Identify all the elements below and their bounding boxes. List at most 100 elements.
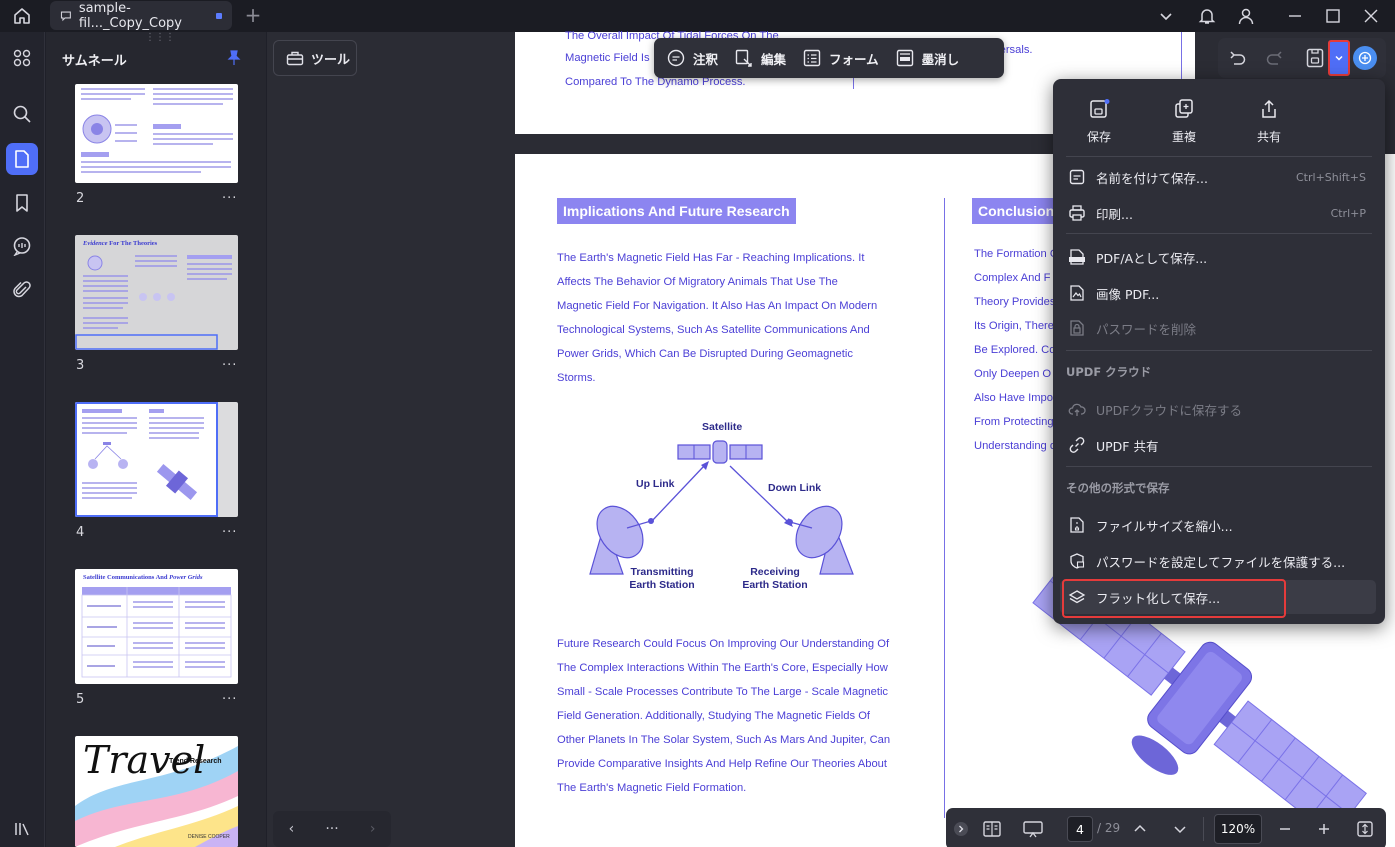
thumbnails-icon[interactable] [6, 143, 38, 175]
sidebar-toggle-icon[interactable] [6, 813, 38, 845]
thumbnail-more-button[interactable]: ··· [222, 191, 237, 206]
page-number-input[interactable]: 4 [1067, 816, 1093, 842]
thumbnail-page-6[interactable]: Travel Trend Research DENISE COOPER [75, 736, 238, 847]
thumbnail-page-2[interactable] [75, 84, 238, 183]
chevron-down-icon[interactable] [1170, 808, 1190, 847]
menu-divider [1066, 466, 1372, 467]
edit-icon [735, 49, 752, 67]
maximize-icon[interactable] [1321, 4, 1345, 28]
save-menu [1053, 79, 1385, 624]
document-tab[interactable]: sample-fil..._Copy_Copy [50, 0, 232, 31]
chevron-right-icon[interactable]: › [370, 821, 376, 837]
body-text: The Earth's Magnetic Field Has Far - Rea… [557, 252, 865, 264]
unsaved-dot [216, 13, 222, 19]
diagram-label: Satellite [702, 421, 743, 433]
body-text: Power Grids, Which Can Be Disrupted Duri… [557, 348, 853, 360]
mode-form[interactable]: フォーム [802, 48, 879, 68]
tab-label: sample-fil..._Copy_Copy [78, 0, 182, 31]
menu-updf-share[interactable]: UPDF 共有 [1068, 432, 1378, 458]
chevron-left-icon[interactable]: ‹ [289, 821, 295, 837]
thumbnail-page-5[interactable]: Satellite Communications And Power Grids [75, 569, 238, 684]
presentation-icon[interactable] [1020, 808, 1046, 847]
section-heading: Implications And Future Research [557, 198, 796, 224]
tools-label: ツール [311, 52, 351, 68]
menu-item-label: PDF/Aとして保存... [1096, 250, 1208, 266]
attachment-icon[interactable] [6, 274, 38, 306]
drag-handle[interactable]: ⋮⋮⋮ [145, 33, 175, 43]
mode-comment[interactable]: 注釈 [666, 48, 718, 68]
menu-print[interactable]: 印刷... Ctrl+P [1068, 200, 1378, 226]
thumbnail-page-4-selected[interactable] [75, 402, 238, 517]
menu-protect-password[interactable]: パスワードを設定してファイルを保護する... [1068, 548, 1378, 574]
body-text: Theory Provides [974, 296, 1056, 308]
diagram-label-line: Earth Station [742, 579, 808, 591]
chevron-down-icon[interactable] [1154, 4, 1178, 28]
body-text: Only Deepen O [974, 368, 1052, 380]
remove-password-icon [1070, 320, 1084, 336]
mode-label: 注釈 [693, 51, 719, 67]
thumbnail-more-button[interactable]: ··· [222, 692, 237, 707]
save-dropdown-button[interactable] [1328, 40, 1350, 76]
more-button[interactable]: ··· [325, 821, 338, 837]
menu-item-label: 印刷... [1096, 206, 1133, 222]
comments-icon[interactable] [6, 230, 38, 262]
zoom-in-icon[interactable] [1314, 808, 1334, 847]
body-text: Technological Systems, Such As Satellite… [557, 324, 870, 336]
menu-divider [1066, 156, 1372, 157]
menu-remove-password[interactable]: パスワードを削除 [1068, 315, 1378, 341]
comment-icon [60, 11, 71, 21]
home-button[interactable] [8, 4, 36, 28]
menu-share-button[interactable]: 共有 [1239, 98, 1299, 145]
fit-page-icon[interactable] [1354, 808, 1376, 847]
add-tab-button[interactable]: + [243, 4, 263, 26]
undo-icon[interactable] [1228, 48, 1248, 68]
diagram-label: Transmitting Earth Station [627, 566, 697, 592]
thumbnail-more-button[interactable]: ··· [222, 358, 237, 373]
menu-duplicate-button[interactable]: 重複 [1154, 98, 1214, 145]
apps-grid-icon[interactable] [6, 42, 38, 74]
compress-icon [1070, 517, 1084, 533]
menu-item-label: 画像 PDF... [1096, 286, 1160, 302]
pdfa-icon [1069, 249, 1085, 265]
paragraph: The Earth's Magnetic Field Has Far - Rea… [557, 246, 877, 390]
highlight-box [1062, 579, 1286, 618]
thumbnail-more-button[interactable]: ··· [222, 525, 237, 540]
zoom-out-icon[interactable] [1275, 808, 1295, 847]
zoom-level[interactable]: 120% [1214, 814, 1262, 844]
save-icon [1090, 99, 1110, 118]
menu-save-pdfa[interactable]: PDF/Aとして保存... [1068, 244, 1378, 270]
body-text: Small - Scale Processes Contribute To Th… [557, 686, 889, 698]
mode-redact[interactable]: 墨消し [895, 48, 959, 68]
form-icon [803, 49, 821, 67]
menu-save-button[interactable]: 保存 [1069, 98, 1129, 145]
menu-save-as[interactable]: 名前を付けて保存... Ctrl+Shift+S [1068, 164, 1378, 190]
mode-edit[interactable]: 編集 [734, 48, 786, 68]
tools-button[interactable]: ツール [273, 40, 357, 76]
search-icon[interactable] [6, 98, 38, 130]
bell-icon[interactable] [1195, 4, 1219, 28]
expand-icon[interactable] [952, 808, 970, 847]
mode-toolbar: 注釈 編集 フォーム 墨消し [654, 38, 1004, 78]
minimize-icon[interactable] [1283, 4, 1307, 28]
menu-image-pdf[interactable]: 画像 PDF... [1068, 280, 1378, 306]
chevron-down-icon [1335, 55, 1343, 61]
thumbnail-page-3[interactable]: Evidence For The Theories [75, 235, 238, 350]
user-icon[interactable] [1234, 4, 1258, 28]
save-icon[interactable] [1305, 47, 1325, 69]
body-text: Other Planets In The Solar System, Such … [557, 734, 891, 746]
menu-item-label: パスワードを削除 [1096, 321, 1197, 337]
body-text: Its Origin, There [974, 320, 1055, 332]
close-icon[interactable] [1359, 4, 1383, 28]
menu-save-to-cloud[interactable]: UPDFクラウドに保存する [1068, 396, 1378, 422]
shortcut-label: Ctrl+Shift+S [1296, 170, 1366, 184]
redo-icon[interactable] [1264, 48, 1284, 68]
ai-assistant-icon[interactable] [1353, 46, 1377, 70]
menu-reduce-size[interactable]: ファイルサイズを縮小... [1068, 512, 1378, 538]
home-icon [14, 8, 30, 24]
bookmark-icon[interactable] [6, 187, 38, 219]
two-page-view-icon[interactable] [980, 808, 1004, 847]
chevron-up-icon[interactable] [1130, 808, 1150, 847]
pin-icon[interactable] [226, 50, 242, 66]
shortcut-label: Ctrl+P [1330, 206, 1366, 220]
thumbnail-page-number: 4 [76, 525, 85, 540]
